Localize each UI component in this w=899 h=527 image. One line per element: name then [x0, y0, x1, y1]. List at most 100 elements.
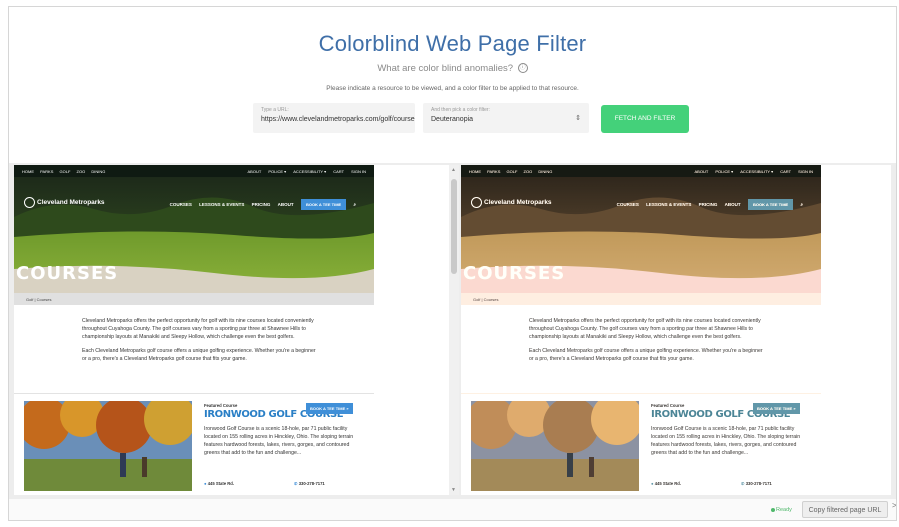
topnav-zoo[interactable]: ZOO [524, 169, 533, 174]
topnav-golf[interactable]: GOLF [60, 169, 71, 174]
status-indicator: Ready [771, 507, 792, 513]
nav-courses[interactable]: COURSES [170, 202, 192, 207]
book-tee-time-button[interactable]: BOOK A TEE TIME [300, 199, 347, 210]
divider [14, 393, 374, 394]
filter-select-value[interactable]: Deuteranopia [431, 116, 581, 123]
topnav-accessibility[interactable]: ACCESSIBILITY ▾ [740, 169, 773, 174]
topnav-police[interactable]: POLICE ▾ [268, 169, 286, 174]
topnav-dining[interactable]: DINING [538, 169, 552, 174]
info-icon[interactable]: ⓘ [517, 63, 528, 74]
topnav-accessibility[interactable]: ACCESSIBILITY ▾ [293, 169, 326, 174]
topnav-cart[interactable]: CART [333, 169, 344, 174]
topnav-home[interactable]: HOME [22, 169, 34, 174]
site-logo[interactable]: Cleveland Metroparks [471, 197, 552, 208]
copy-filtered-url-button[interactable]: Copy filtered page URL [802, 501, 888, 518]
featured-description: Ironwood Golf Course is a scenic 18-hole… [651, 426, 801, 456]
intro-paragraph-2: Each Cleveland Metroparks golf course of… [529, 348, 763, 362]
anomalies-link-text[interactable]: What are color blind anomalies? [377, 63, 513, 74]
intro-paragraph-1: Cleveland Metroparks offers the perfect … [82, 318, 314, 340]
featured-phone-text: 330-278-7171 [745, 481, 772, 486]
app-window: Colorblind Web Page Filter What are colo… [8, 6, 897, 521]
nav-lessons[interactable]: LESSONS & EVENTS [199, 202, 244, 207]
featured-course: Featured Course IRONWOOD GOLF COURSE BOO… [24, 401, 374, 491]
filter-select[interactable]: And then pick a color filter: Deuteranop… [423, 103, 589, 133]
instruction-text: Please indicate a resource to be viewed,… [326, 85, 579, 92]
url-input[interactable]: Type a URL: https://www.clevelandmetropa… [253, 103, 415, 133]
scroll-down-icon[interactable]: ▼ [451, 487, 456, 493]
featured-location[interactable]: ● 445 State Rd. [651, 481, 681, 486]
featured-course: Featured Course IRONWOOD GOLF COURSE BOO… [471, 401, 821, 491]
logo-text: Cleveland Metroparks [37, 199, 105, 207]
topnav-golf[interactable]: GOLF [507, 169, 518, 174]
nav-about[interactable]: ABOUT [278, 202, 294, 207]
topnav-zoo[interactable]: ZOO [77, 169, 86, 174]
featured-location-text: 445 State Rd. [654, 481, 682, 486]
site-mainnav: COURSES LESSONS & EVENTS PRICING ABOUT B… [164, 199, 356, 210]
filtered-page-pane[interactable]: HOME PARKS GOLF ZOO DINING ABOUT POLICE … [461, 165, 891, 495]
status-text: Ready [776, 507, 792, 513]
breadcrumb-text[interactable]: Golf | Courses [473, 297, 499, 302]
intro-paragraph-1: Cleveland Metroparks offers the perfect … [529, 318, 761, 340]
featured-course-image [24, 401, 192, 491]
location-pin-icon: ● [204, 481, 207, 486]
site-topnav: HOME PARKS GOLF ZOO DINING ABOUT POLICE … [14, 165, 374, 177]
breadcrumb-text[interactable]: Golf | Courses [26, 297, 52, 302]
bottom-bar: Ready Copy filtered page URL > [9, 499, 896, 520]
search-icon[interactable]: ⌕ [800, 202, 803, 207]
location-pin-icon: ● [651, 481, 654, 486]
scroll-up-icon[interactable]: ▲ [451, 167, 456, 173]
scrollbar-thumb[interactable] [451, 179, 457, 274]
expand-chevron-icon[interactable]: > [892, 501, 896, 510]
divider [461, 393, 821, 394]
filter-select-label: And then pick a color filter: [431, 107, 490, 113]
topnav-signin[interactable]: SIGN IN [351, 169, 366, 174]
topnav-about[interactable]: ABOUT [695, 169, 709, 174]
topnav-cart[interactable]: CART [780, 169, 791, 174]
topnav-about[interactable]: ABOUT [248, 169, 262, 174]
book-tee-time-button[interactable]: BOOK A TEE TIME [747, 199, 794, 210]
url-input-value[interactable]: https://www.clevelandmetroparks.com/golf… [261, 116, 415, 123]
preview-area: HOME PARKS GOLF ZOO DINING ABOUT POLICE … [9, 163, 896, 520]
hero-heading: COURSES [16, 263, 119, 284]
nav-lessons[interactable]: LESSONS & EVENTS [646, 202, 691, 207]
intro-paragraph-2: Each Cleveland Metroparks golf course of… [82, 348, 316, 362]
featured-course-image [471, 401, 639, 491]
featured-phone[interactable]: ✆ 330-278-7171 [741, 481, 772, 486]
nav-about[interactable]: ABOUT [725, 202, 741, 207]
topnav-home[interactable]: HOME [469, 169, 481, 174]
url-input-label: Type a URL: [261, 107, 289, 113]
intro-text: Cleveland Metroparks offers the perfect … [529, 317, 764, 369]
topnav-parks[interactable]: PARKS [487, 169, 500, 174]
breadcrumb: Golf | Courses [461, 293, 821, 305]
logo-text: Cleveland Metroparks [484, 199, 552, 207]
search-icon[interactable]: ⌕ [353, 202, 356, 207]
hero-heading: COURSES [463, 263, 566, 284]
featured-location-text: 445 State Rd. [207, 481, 235, 486]
fetch-and-filter-button[interactable]: FETCH AND FILTER [601, 105, 689, 133]
topnav-dining[interactable]: DINING [91, 169, 105, 174]
nav-pricing[interactable]: PRICING [699, 202, 718, 207]
nav-courses[interactable]: COURSES [617, 202, 639, 207]
original-pane-scrollbar[interactable]: ▲ ▼ [449, 165, 459, 495]
site-logo[interactable]: Cleveland Metroparks [24, 197, 105, 208]
site-mainnav: COURSES LESSONS & EVENTS PRICING ABOUT B… [611, 199, 803, 210]
topnav-signin[interactable]: SIGN IN [798, 169, 813, 174]
featured-location[interactable]: ● 445 State Rd. [204, 481, 234, 486]
intro-text: Cleveland Metroparks offers the perfect … [82, 317, 317, 369]
hero-banner: Cleveland Metroparks COURSES LESSONS & E… [14, 177, 374, 293]
logo-icon [471, 197, 482, 208]
select-arrows-icon[interactable]: ⇕ [575, 114, 581, 122]
anomalies-link[interactable]: What are color blind anomalies? ⓘ [9, 63, 896, 74]
phone-icon: ✆ [294, 481, 298, 486]
topnav-parks[interactable]: PARKS [40, 169, 53, 174]
featured-description: Ironwood Golf Course is a scenic 18-hole… [204, 426, 354, 456]
featured-phone[interactable]: ✆ 330-278-7171 [294, 481, 325, 486]
app-title: Colorblind Web Page Filter [318, 31, 587, 56]
featured-tee-button[interactable]: BOOK A TEE TIME » [753, 403, 800, 414]
topnav-police[interactable]: POLICE ▾ [715, 169, 733, 174]
nav-pricing[interactable]: PRICING [252, 202, 271, 207]
featured-label: Featured Course [651, 403, 685, 408]
original-page-pane[interactable]: HOME PARKS GOLF ZOO DINING ABOUT POLICE … [14, 165, 459, 495]
featured-tee-button[interactable]: BOOK A TEE TIME » [306, 403, 353, 414]
status-dot-icon [771, 507, 775, 512]
